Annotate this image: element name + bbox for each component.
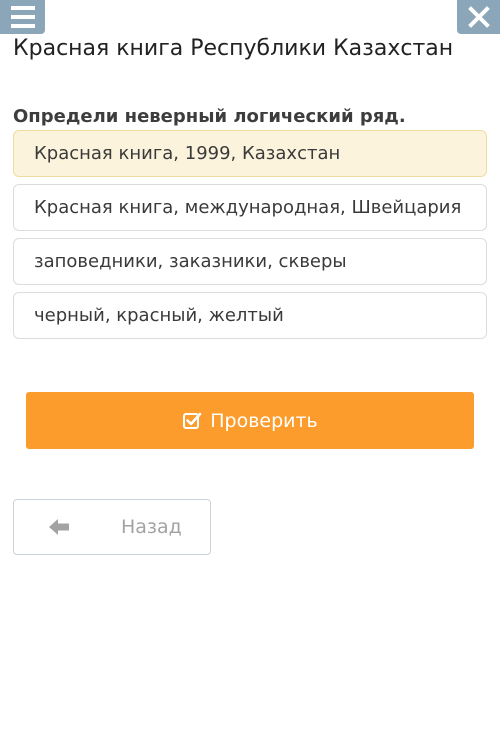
answer-options: Красная книга, 1999, Казахстан Красная к… (13, 130, 487, 346)
back-button[interactable]: Назад (13, 499, 211, 555)
check-button-label: Проверить (210, 409, 318, 432)
close-icon (467, 6, 490, 28)
page-title: Красная книга Республики Казахстан (13, 36, 454, 61)
back-button-label: Назад (121, 516, 182, 538)
answer-option[interactable]: Красная книга, 1999, Казахстан (13, 130, 487, 177)
answer-option[interactable]: Красная книга, международная, Швейцария (13, 184, 487, 231)
menu-button[interactable] (0, 0, 45, 34)
answer-option[interactable]: заповедники, заказники, скверы (13, 238, 487, 285)
hamburger-icon (10, 6, 35, 10)
close-button[interactable] (457, 0, 500, 34)
question-text: Определи неверный логический ряд. (13, 106, 406, 127)
check-button[interactable]: Проверить (26, 392, 474, 449)
checkbox-icon (183, 412, 202, 429)
answer-option[interactable]: черный, красный, желтый (13, 292, 487, 339)
arrow-left-icon (49, 519, 69, 535)
